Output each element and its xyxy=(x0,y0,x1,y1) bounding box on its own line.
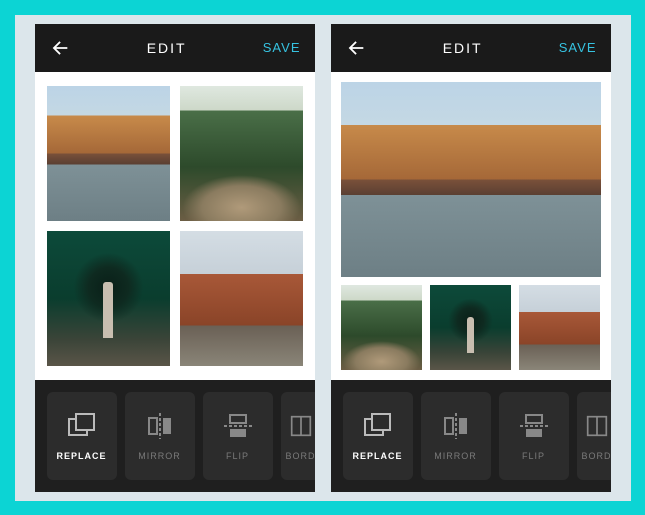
back-button[interactable] xyxy=(345,37,367,59)
grid-1-3 xyxy=(331,72,611,380)
back-arrow-icon xyxy=(345,37,367,59)
photo-cell-thumb-3[interactable] xyxy=(519,285,600,370)
border-icon xyxy=(284,411,315,441)
tool-replace[interactable]: REPLACE xyxy=(47,392,117,480)
tool-border[interactable]: BORDER xyxy=(577,392,611,480)
replace-icon xyxy=(361,411,395,441)
bottom-toolbar: REPLACE MIRROR xyxy=(35,380,315,492)
photo-cell-main[interactable] xyxy=(341,82,601,277)
comparison-frame: EDIT SAVE REPLACE xyxy=(15,15,631,501)
bottom-toolbar: REPLACE MIRROR xyxy=(331,380,611,492)
photo-cell-1[interactable] xyxy=(47,86,170,221)
tool-border[interactable]: BORDER xyxy=(281,392,315,480)
photo-cell-4[interactable] xyxy=(180,231,303,366)
border-icon xyxy=(580,411,611,441)
tool-mirror[interactable]: MIRROR xyxy=(125,392,195,480)
tool-label: MIRROR xyxy=(138,451,181,461)
grid-2x2 xyxy=(35,72,315,380)
back-button[interactable] xyxy=(49,37,71,59)
tool-label: FLIP xyxy=(522,451,545,461)
topbar: EDIT SAVE xyxy=(35,24,315,72)
phone-screen-left: EDIT SAVE REPLACE xyxy=(35,24,315,492)
tool-label: REPLACE xyxy=(56,451,106,461)
tool-label: FLIP xyxy=(226,451,249,461)
phone-screen-right: EDIT SAVE REPLACE xyxy=(331,24,611,492)
save-button[interactable]: SAVE xyxy=(559,40,597,55)
topbar: EDIT SAVE xyxy=(331,24,611,72)
mirror-icon xyxy=(439,411,473,441)
save-button[interactable]: SAVE xyxy=(263,40,301,55)
flip-icon xyxy=(221,411,255,441)
photo-cell-thumb-1[interactable] xyxy=(341,285,422,370)
thumb-row xyxy=(341,285,601,370)
photo-cell-2[interactable] xyxy=(180,86,303,221)
screen-title: EDIT xyxy=(147,40,187,56)
tool-label: MIRROR xyxy=(434,451,477,461)
tool-label: BORDER xyxy=(582,451,611,461)
screen-title: EDIT xyxy=(443,40,483,56)
mirror-icon xyxy=(143,411,177,441)
tool-flip[interactable]: FLIP xyxy=(203,392,273,480)
tool-label: BORDER xyxy=(286,451,315,461)
photo-cell-thumb-2[interactable] xyxy=(430,285,511,370)
collage-canvas[interactable] xyxy=(35,72,315,380)
photo-cell-3[interactable] xyxy=(47,231,170,366)
tool-replace[interactable]: REPLACE xyxy=(343,392,413,480)
collage-canvas[interactable] xyxy=(331,72,611,380)
tool-label: REPLACE xyxy=(352,451,402,461)
tool-mirror[interactable]: MIRROR xyxy=(421,392,491,480)
back-arrow-icon xyxy=(49,37,71,59)
replace-icon xyxy=(65,411,99,441)
flip-icon xyxy=(517,411,551,441)
tool-flip[interactable]: FLIP xyxy=(499,392,569,480)
